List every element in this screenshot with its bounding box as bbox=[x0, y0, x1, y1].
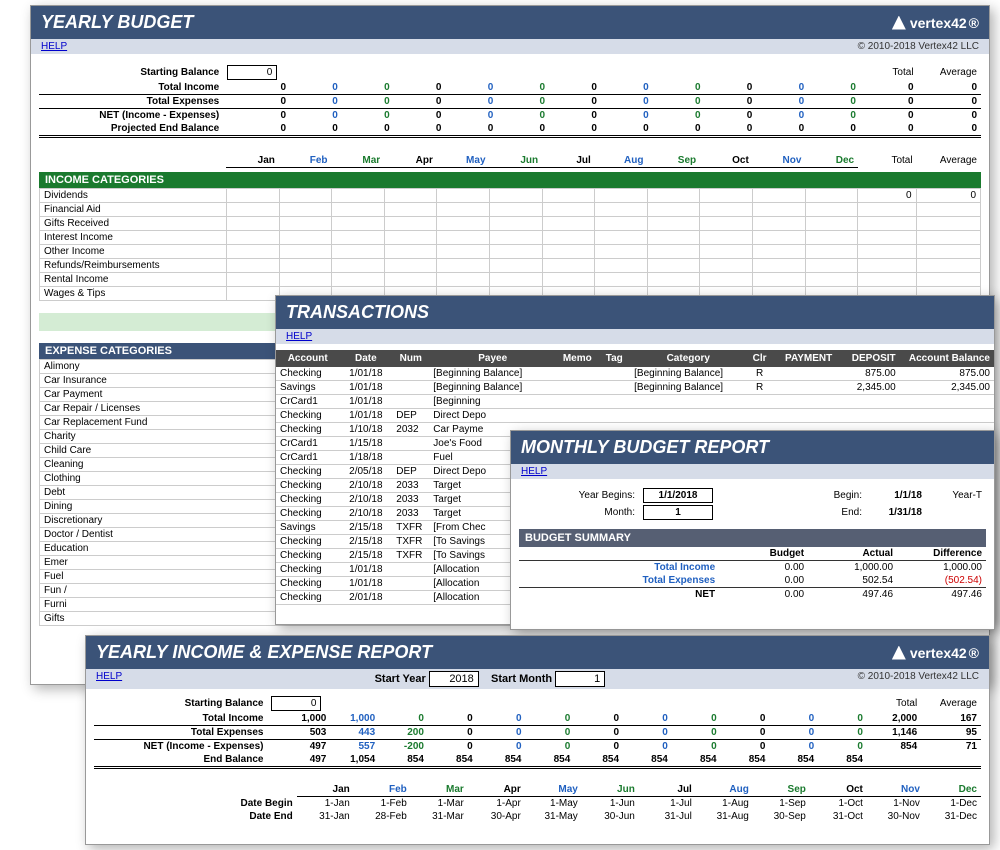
start-month-input[interactable]: 1 bbox=[555, 671, 605, 687]
transaction-row[interactable]: Savings1/01/18[Beginning Balance][Beginn… bbox=[276, 381, 994, 395]
income-categories-table: Dividends00Financial AidGifts ReceivedIn… bbox=[39, 188, 981, 301]
copyright: © 2010-2018 Vertex42 LLC bbox=[848, 669, 989, 689]
yearly-title: YEARLY BUDGET bbox=[41, 12, 193, 33]
yearly-report-summary-table: Starting Balance 0 Total Average Total I… bbox=[94, 695, 981, 769]
income-category[interactable]: Wages & Tips bbox=[40, 287, 227, 301]
monthly-report-sheet: MONTHLY BUDGET REPORT HELP Year Begins: … bbox=[510, 430, 995, 630]
help-link[interactable]: HELP bbox=[511, 464, 557, 479]
logo-icon bbox=[892, 646, 906, 660]
monthly-title: MONTHLY BUDGET REPORT bbox=[521, 437, 769, 458]
start-year-input[interactable]: 2018 bbox=[429, 671, 479, 687]
transaction-row[interactable]: CrCard11/01/18[Beginning bbox=[276, 395, 994, 409]
transaction-row[interactable]: Checking1/01/18DEPDirect Depo bbox=[276, 409, 994, 423]
transaction-row[interactable]: Checking1/01/18[Beginning Balance][Begin… bbox=[276, 367, 994, 381]
transactions-title: TRANSACTIONS bbox=[286, 302, 429, 323]
month-input[interactable]: 1 bbox=[643, 505, 713, 520]
income-category[interactable]: Interest Income bbox=[40, 231, 227, 245]
transactions-header: TRANSACTIONS bbox=[276, 296, 994, 329]
year-begins-input[interactable]: 1/1/2018 bbox=[643, 488, 713, 503]
help-link[interactable]: HELP bbox=[31, 39, 77, 54]
logo-icon bbox=[892, 16, 906, 30]
income-category[interactable]: Rental Income bbox=[40, 273, 227, 287]
yearly-report-title: YEARLY INCOME & EXPENSE REPORT bbox=[96, 642, 432, 663]
vertex-logo: vertex42® bbox=[892, 645, 979, 661]
starting-balance-label: Starting Balance bbox=[39, 64, 223, 81]
budget-summary-header: BUDGET SUMMARY bbox=[519, 529, 986, 547]
copyright: © 2010-2018 Vertex42 LLC bbox=[848, 39, 989, 54]
help-link[interactable]: HELP bbox=[86, 669, 132, 689]
income-categories-header: INCOME CATEGORIES bbox=[39, 172, 981, 188]
help-link[interactable]: HELP bbox=[276, 329, 322, 344]
starting-balance-value[interactable]: 0 bbox=[227, 65, 277, 80]
yearly-report-sheet: YEARLY INCOME & EXPENSE REPORT vertex42®… bbox=[85, 635, 990, 845]
income-category[interactable]: Financial Aid bbox=[40, 203, 227, 217]
monthly-header: MONTHLY BUDGET REPORT bbox=[511, 431, 994, 464]
income-category[interactable]: Refunds/Reimbursements bbox=[40, 259, 227, 273]
vertex-logo: vertex42® bbox=[892, 15, 979, 31]
income-category[interactable]: Dividends bbox=[40, 189, 227, 203]
income-category[interactable]: Other Income bbox=[40, 245, 227, 259]
income-category[interactable]: Gifts Received bbox=[40, 217, 227, 231]
yearly-report-header: YEARLY INCOME & EXPENSE REPORT vertex42® bbox=[86, 636, 989, 669]
yearly-summary-table: Starting Balance 0 Total Average Total I… bbox=[39, 64, 981, 138]
yearly-header: YEARLY BUDGET vertex42® bbox=[31, 6, 989, 39]
